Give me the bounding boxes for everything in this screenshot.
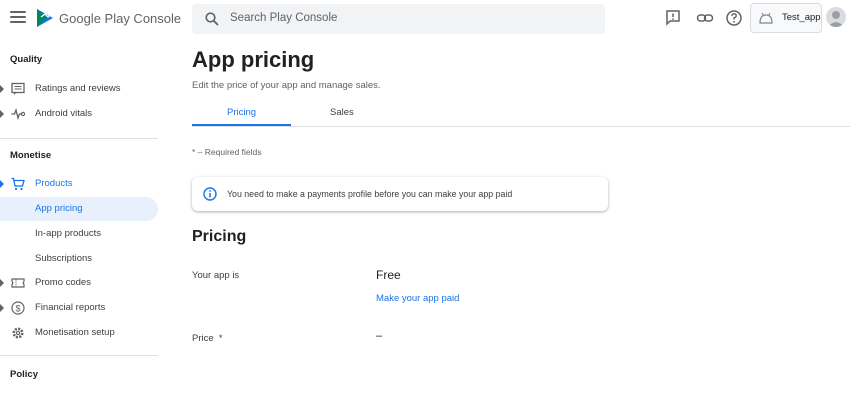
sidebar-item-ratings-and-reviews[interactable]: Ratings and reviews xyxy=(0,77,158,101)
payments-profile-notice: You need to make a payments profile befo… xyxy=(192,177,608,211)
link-icon[interactable] xyxy=(696,9,714,27)
sidebar-item-in-app-products[interactable]: In-app products xyxy=(0,222,158,246)
tabs-divider xyxy=(192,126,850,127)
ticket-icon xyxy=(11,278,25,288)
sidebar-item-label: Products xyxy=(35,178,73,189)
sidebar-item-label: Monetisation setup xyxy=(35,327,115,338)
price-value: – xyxy=(376,330,383,342)
tab-pricing[interactable]: Pricing xyxy=(227,107,256,118)
sidebar-item-app-pricing[interactable]: App pricing xyxy=(0,197,158,221)
play-console-logo xyxy=(37,9,53,27)
rating-icon xyxy=(11,82,25,95)
section-policy: Policy xyxy=(10,369,38,380)
divider xyxy=(0,355,158,356)
sidebar-item-products[interactable]: Products xyxy=(0,172,158,196)
sidebar-item-label: Android vitals xyxy=(35,108,93,119)
make-app-paid-link[interactable]: Make your app paid xyxy=(376,293,459,304)
expand-arrow-icon[interactable] xyxy=(0,85,4,93)
gear-icon xyxy=(12,327,24,339)
help-icon[interactable] xyxy=(725,9,743,27)
account-icon xyxy=(828,11,844,27)
sidebar: Quality Ratings and reviews Android vita… xyxy=(0,38,160,395)
menu-icon[interactable] xyxy=(10,11,26,25)
sidebar-item-label: Promo codes xyxy=(35,277,91,288)
svg-text:$: $ xyxy=(15,303,20,313)
cart-icon xyxy=(11,177,25,191)
price-label: Price * xyxy=(192,333,223,344)
your-app-label: Your app is xyxy=(192,270,240,281)
notice-text: You need to make a payments profile befo… xyxy=(227,189,513,199)
sidebar-item-subscriptions[interactable]: Subscriptions xyxy=(0,247,158,271)
search-input[interactable]: Search Play Console xyxy=(230,12,337,24)
app-name: Test_app xyxy=(782,12,821,23)
sidebar-item-label: Ratings and reviews xyxy=(35,83,121,94)
pricing-section-title: Pricing xyxy=(192,228,247,245)
app-price-status: Free xyxy=(376,268,401,282)
section-quality: Quality xyxy=(10,54,43,65)
sidebar-item-label: Subscriptions xyxy=(35,253,93,264)
tab-sales[interactable]: Sales xyxy=(330,107,354,118)
required-fields-note: * – Required fields xyxy=(192,147,262,157)
android-icon xyxy=(759,12,773,24)
app-selector[interactable]: Test_app xyxy=(750,3,822,33)
sidebar-item-monetisation-setup[interactable]: Monetisation setup xyxy=(0,321,158,345)
section-monetise: Monetise xyxy=(10,150,52,161)
top-bar: Google Play Console Search Play Console … xyxy=(0,0,850,38)
expand-arrow-icon[interactable] xyxy=(0,304,4,312)
page-title: App pricing xyxy=(192,47,315,72)
divider xyxy=(0,138,158,139)
expand-arrow-icon[interactable] xyxy=(0,110,4,118)
brand-name[interactable]: Google Play Console xyxy=(59,11,181,26)
sidebar-item-label: Financial reports xyxy=(35,302,106,313)
dollar-icon: $ xyxy=(11,301,25,315)
sidebar-item-financial-reports[interactable]: $ Financial reports xyxy=(0,296,158,320)
search-bar[interactable]: Search Play Console xyxy=(192,4,605,34)
sidebar-item-promo-codes[interactable]: Promo codes xyxy=(0,271,158,295)
sidebar-item-android-vitals[interactable]: Android vitals xyxy=(0,102,158,126)
search-icon xyxy=(205,12,219,26)
page-subtitle: Edit the price of your app and manage sa… xyxy=(192,80,381,91)
avatar[interactable] xyxy=(826,7,846,27)
feedback-icon[interactable] xyxy=(664,9,682,27)
sidebar-item-label: In-app products xyxy=(35,228,102,239)
sidebar-item-label: App pricing xyxy=(35,203,83,214)
info-icon xyxy=(203,187,217,201)
expand-arrow-icon[interactable] xyxy=(0,279,4,287)
expand-arrow-icon[interactable] xyxy=(0,180,4,188)
vitals-icon xyxy=(11,107,25,121)
